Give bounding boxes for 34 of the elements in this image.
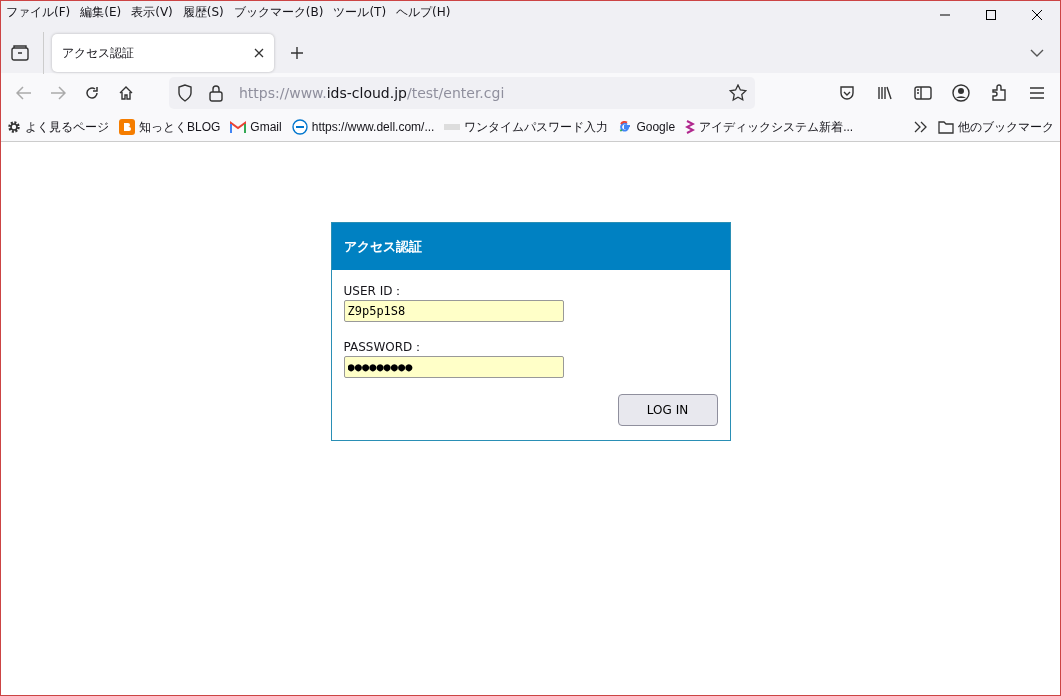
bookmark-item[interactable]: Google xyxy=(618,118,676,136)
bookmark-item[interactable]: 知っとくBLOG xyxy=(119,118,221,136)
input-field[interactable]: Z9p5p1S8 xyxy=(343,300,564,322)
close-tab-icon[interactable] xyxy=(254,48,264,58)
browser-tab[interactable]: アクセス認証 xyxy=(52,34,274,72)
login-title: アクセス認証 xyxy=(343,237,422,256)
menu-item[interactable]: ヘルプ(H) xyxy=(396,1,451,25)
mail-logo-icon xyxy=(230,121,247,133)
field-label: USER ID： xyxy=(343,283,406,300)
input-field[interactable]: ●●●●●●●●● xyxy=(343,356,564,378)
login-button[interactable]: LOG IN xyxy=(617,394,718,426)
bookmark-item[interactable]: よく見るページ xyxy=(7,118,109,136)
menu-item[interactable]: ツール(T) xyxy=(333,1,387,25)
site-logo-icon xyxy=(444,124,461,130)
lock-icon[interactable] xyxy=(209,84,223,102)
chevron-double-icon[interactable] xyxy=(914,121,928,133)
menu-item[interactable]: ファイル(F) xyxy=(6,1,71,25)
folder-icon xyxy=(938,120,954,134)
star-icon[interactable] xyxy=(729,84,747,102)
menu-item[interactable]: 編集(E) xyxy=(80,1,122,25)
field-label: PASSWORD： xyxy=(343,339,426,356)
other-bookmarks[interactable]: 他のブックマーク xyxy=(938,118,1054,136)
ribbon-logo-icon xyxy=(685,119,696,135)
blog-logo-icon xyxy=(119,119,135,135)
shield-icon[interactable] xyxy=(177,84,193,102)
bookmark-item[interactable]: https://www.dell.com/... xyxy=(291,118,435,136)
gear-icon xyxy=(7,120,21,134)
menu-item[interactable]: 表示(V) xyxy=(131,1,173,25)
bookmark-item[interactable]: アイディックシステム新着... xyxy=(685,118,854,136)
circle-logo-icon xyxy=(291,119,308,135)
menu-item[interactable]: 履歴(S) xyxy=(182,1,224,25)
bookmark-item[interactable]: ワンタイムパスワード入力 xyxy=(444,118,609,136)
menu-item[interactable]: ブックマーク(B) xyxy=(233,1,324,25)
bookmark-item[interactable]: Gmail xyxy=(230,118,282,136)
